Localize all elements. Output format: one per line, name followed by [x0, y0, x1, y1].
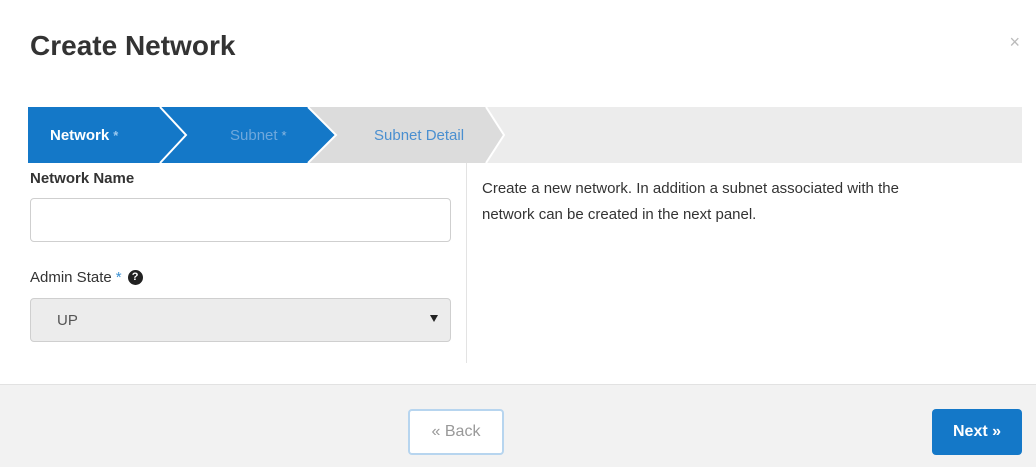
dialog-title: Create Network: [30, 30, 236, 61]
wizard-chevron: [159, 107, 188, 163]
form-panel: Network Name Admin State * ? UP: [28, 163, 464, 363]
wizard-arrows: [159, 107, 506, 163]
admin-state-select[interactable]: UP: [30, 298, 451, 342]
close-icon[interactable]: ×: [1009, 32, 1020, 53]
question-circle-icon[interactable]: ?: [127, 270, 143, 285]
wizard-steps: Network * Subnet * Subnet Detail: [28, 107, 1022, 163]
admin-state-selected: UP: [57, 311, 78, 329]
create-network-dialog: Create Network × Network * Subnet * Subn…: [0, 0, 1036, 467]
network-name-label: Network Name: [30, 170, 135, 187]
required-mark: *: [115, 269, 122, 286]
caret-down-icon: [430, 315, 438, 322]
help-text: Create a new network. In addition a subn…: [482, 180, 899, 223]
admin-state-label: Admin State: [30, 269, 112, 286]
dialog-footer: « Back Next »: [0, 384, 1036, 467]
wizard-arrow-tip: [308, 107, 338, 163]
next-button[interactable]: Next »: [932, 409, 1022, 455]
admin-state-label-row: Admin State * ?: [30, 269, 143, 286]
network-name-input[interactable]: [30, 198, 451, 242]
panel-divider: [466, 163, 467, 363]
wizard-arrow-tip: [486, 107, 504, 163]
back-button[interactable]: « Back: [408, 409, 504, 455]
